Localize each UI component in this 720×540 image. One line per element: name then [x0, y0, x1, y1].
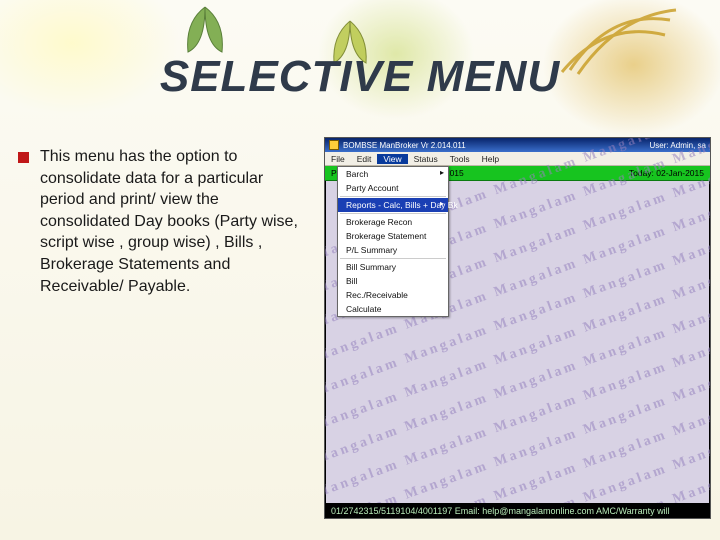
watermark-row: Mangalam Mangalam Mangalam Mangalam Mang… [325, 409, 710, 518]
menu-item-edit[interactable]: Edit [351, 154, 378, 164]
watermark-row: Mangalam Mangalam Mangalam Mangalam Mang… [325, 341, 710, 518]
dropdown-item[interactable]: P/L Summary [338, 243, 448, 257]
menu-item-help[interactable]: Help [476, 154, 505, 164]
app-icon [329, 140, 339, 150]
menu-item-status[interactable]: Status [408, 154, 444, 164]
dropdown-item[interactable]: Barch [338, 167, 448, 181]
dropdown-item[interactable]: Rec./Receivable [338, 288, 448, 302]
dropdown-item[interactable]: Reports - Calc, Bills + Day Bk [338, 198, 448, 212]
today-label: Today: 02-Jan-2015 [629, 168, 704, 178]
app-screenshot: BOMBSE ManBroker Vr 2.014.011 User: Admi… [324, 137, 711, 519]
dropdown-item[interactable]: Party Account [338, 181, 448, 195]
window-title: BOMBSE ManBroker Vr 2.014.011 [343, 141, 646, 150]
slide-body-text: This menu has the option to consolidate … [40, 146, 298, 297]
watermark-row: Mangalam Mangalam Mangalam Mangalam Mang… [325, 307, 710, 518]
slide-title: SELECTIVE MENU [0, 52, 720, 102]
bullet-icon [18, 152, 29, 163]
dropdown-item[interactable]: Brokerage Recon [338, 215, 448, 229]
dropdown-item[interactable]: Bill Summary [338, 260, 448, 274]
menubar: FileEditViewStatusToolsHelp [325, 152, 710, 166]
watermark-row: Mangalam Mangalam Mangalam Mangalam Mang… [325, 375, 710, 518]
dropdown-item[interactable]: Bill [338, 274, 448, 288]
status-footer: 01/2742315/5119104/4001197 Email: help@m… [325, 503, 710, 518]
menu-item-view[interactable]: View [377, 154, 407, 164]
dropdown-item[interactable]: Brokerage Statement [338, 229, 448, 243]
dropdown-item[interactable]: Calculate [338, 302, 448, 316]
menu-item-file[interactable]: File [325, 154, 351, 164]
window-titlebar: BOMBSE ManBroker Vr 2.014.011 User: Admi… [325, 138, 710, 152]
menu-item-tools[interactable]: Tools [444, 154, 476, 164]
window-user-label: User: Admin, sa [650, 141, 706, 150]
view-dropdown: BarchParty Account Reports - Calc, Bills … [337, 166, 449, 317]
